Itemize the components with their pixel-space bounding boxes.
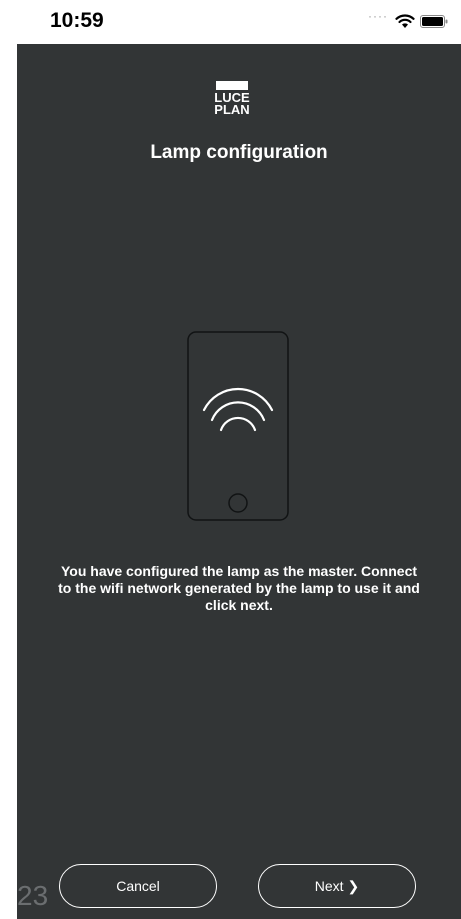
- status-time: 10:59: [50, 9, 104, 32]
- next-button-label: Next: [314, 877, 344, 894]
- corner-number: 23: [17, 880, 49, 911]
- cellular-signal-indicator: ····: [368, 9, 388, 23]
- page-title: Lamp configuration: [150, 142, 328, 163]
- logo-bar: [216, 81, 248, 90]
- instruction-message: You have configured the lamp as the mast…: [58, 563, 420, 613]
- next-button[interactable]: Next ❯: [258, 864, 416, 908]
- logo-line-2: PLAN: [214, 102, 250, 117]
- status-bar: 10:59 ····: [0, 0, 461, 44]
- cancel-button-label: Cancel: [116, 877, 160, 894]
- wifi-icon: [395, 14, 415, 28]
- luceplan-logo: LUCE PLAN: [200, 81, 264, 116]
- chevron-right-icon: ❯: [347, 877, 360, 894]
- cancel-button[interactable]: Cancel: [59, 864, 217, 908]
- battery-icon: [420, 15, 448, 28]
- phone-wifi-icon: [187, 331, 289, 521]
